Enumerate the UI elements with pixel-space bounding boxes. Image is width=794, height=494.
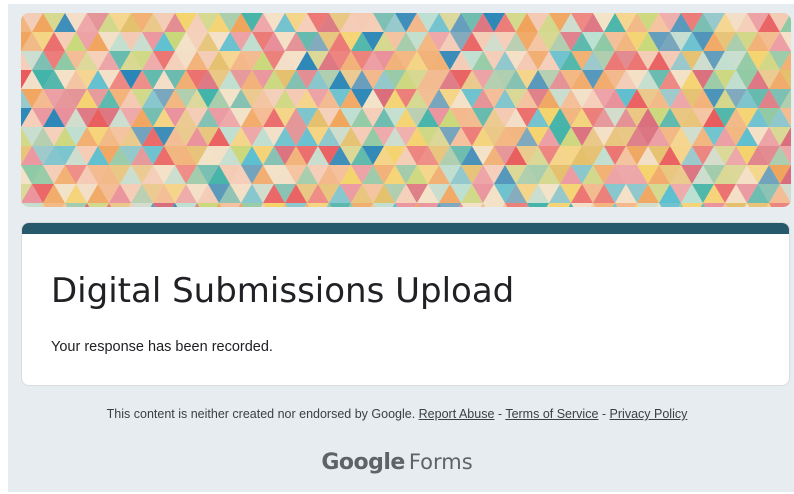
footer-separator: - [497, 407, 503, 421]
form-title: Digital Submissions Upload [51, 271, 515, 311]
footer-notice: This content is neither created nor endo… [106, 407, 416, 421]
banner-tile [527, 203, 549, 207]
banner-tile [483, 203, 505, 207]
banner-tile [395, 203, 417, 207]
banner-tile [681, 203, 703, 207]
banner-tile [131, 203, 153, 207]
google-wordmark: Google [321, 450, 405, 475]
banner-tile [571, 203, 593, 207]
response-card: Digital Submissions Upload Your response… [21, 222, 790, 386]
footer-separator: - [601, 407, 607, 421]
banner-tile [175, 203, 197, 207]
banner-tile [593, 203, 615, 207]
banner-tile [153, 203, 175, 207]
banner-tile [197, 203, 219, 207]
banner-tile [241, 203, 263, 207]
banner-tile [373, 203, 395, 207]
banner-tile [549, 203, 571, 207]
banner-tile [505, 203, 527, 207]
card-accent-bar [22, 223, 789, 234]
banner-tile [263, 203, 285, 207]
banner-tile [615, 203, 637, 207]
banner-tile [87, 203, 109, 207]
banner-tile [439, 203, 461, 207]
footer-disclaimer: This content is neither created nor endo… [0, 407, 794, 421]
banner-tile [285, 203, 307, 207]
banner-tile [747, 203, 769, 207]
banner-tile [329, 203, 351, 207]
confirmation-message: Your response has been recorded. [51, 339, 273, 355]
banner-tile [725, 203, 747, 207]
banner-pattern [21, 13, 791, 207]
report-abuse-link[interactable]: Report Abuse [419, 407, 495, 421]
banner-tile [351, 203, 373, 207]
banner-tile [659, 203, 681, 207]
banner-tile [417, 203, 439, 207]
forms-wordmark: Forms [408, 450, 473, 474]
header-banner-image [21, 13, 791, 207]
banner-tile [703, 203, 725, 207]
banner-tile [65, 203, 87, 207]
banner-tile [461, 203, 483, 207]
banner-tile [219, 203, 241, 207]
banner-tile [307, 203, 329, 207]
terms-of-service-link[interactable]: Terms of Service [505, 407, 598, 421]
banner-tile [43, 203, 65, 207]
banner-tile [637, 203, 659, 207]
banner-tile [109, 203, 131, 207]
privacy-policy-link[interactable]: Privacy Policy [610, 407, 688, 421]
google-forms-logo[interactable]: Google Forms [0, 450, 794, 475]
